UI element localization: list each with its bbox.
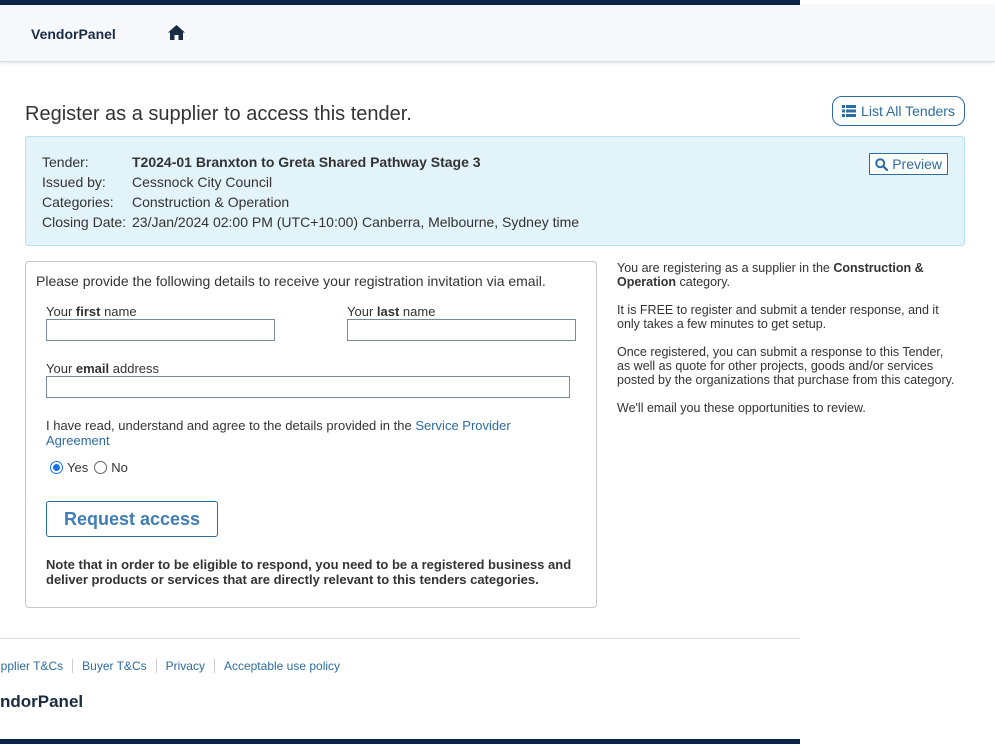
email-input[interactable] (46, 376, 570, 398)
preview-label: Preview (892, 156, 942, 172)
acceptable-use-policy-link[interactable]: Acceptable use policy (213, 659, 349, 673)
last-name-input[interactable] (347, 319, 576, 341)
info-paragraph-registered: Once registered, you can submit a respon… (617, 345, 955, 387)
no-radio[interactable] (94, 461, 108, 474)
email-label: Your email address (46, 361, 160, 376)
list-all-tenders-button[interactable]: List All Tenders (832, 96, 965, 126)
eligibility-note: Note that in order to be eligible to res… (46, 557, 572, 587)
list-all-tenders-label: List All Tenders (861, 103, 955, 119)
agreement-text: I have read, understand and agree to the… (46, 418, 511, 448)
last-name-label: Your last name (347, 304, 436, 319)
yes-radio-label[interactable]: Yes (67, 460, 88, 475)
request-access-button[interactable]: Request access (46, 501, 218, 537)
closing-date-value: 23/Jan/2024 02:00 PM (UTC+10:00) Canberr… (132, 214, 580, 230)
first-name-label: Your first name (46, 304, 137, 319)
info-paragraph-email: We'll email you these opportunities to r… (617, 401, 866, 415)
info-paragraph-free: It is FREE to register and submit a tend… (617, 303, 939, 331)
closing-date-label: Closing Date: (42, 214, 127, 230)
categories-value: Construction & Operation (132, 194, 290, 210)
agreement-radio-group: Yes No (50, 460, 134, 475)
categories-label: Categories: (42, 194, 114, 210)
navbar: VendorPanel (0, 5, 995, 62)
first-name-input[interactable] (46, 319, 275, 341)
page-title: Register as a supplier to access this te… (25, 103, 412, 125)
search-icon (875, 157, 889, 171)
brand-logo[interactable]: VendorPanel (31, 26, 116, 42)
footer-divider (0, 638, 800, 639)
tender-label: Tender: (42, 154, 89, 170)
registration-form: Please provide the following details to … (25, 261, 597, 608)
form-intro: Please provide the following details to … (36, 273, 546, 289)
yes-radio[interactable] (50, 461, 63, 474)
list-icon (842, 105, 857, 117)
bottom-accent-bar (0, 739, 800, 744)
tender-name: T2024-01 Branxton to Greta Shared Pathwa… (132, 154, 481, 170)
footer-links: upplier T&Cs Buyer T&Cs Privacy Acceptab… (0, 659, 349, 673)
registration-info: You are registering as a supplier in the… (617, 261, 957, 429)
issued-by-value: Cessnock City Council (132, 174, 273, 190)
supplier-tcs-link[interactable]: upplier T&Cs (0, 659, 72, 673)
issued-by-label: Issued by: (42, 174, 106, 190)
info-paragraph-category: You are registering as a supplier in the… (617, 261, 924, 289)
home-icon[interactable] (168, 25, 185, 40)
buyer-tcs-link[interactable]: Buyer T&Cs (72, 659, 155, 673)
privacy-link[interactable]: Privacy (155, 659, 214, 673)
no-radio-label[interactable]: No (111, 460, 128, 475)
tender-info-panel: Tender: T2024-01 Branxton to Greta Share… (25, 136, 965, 246)
footer-brand-logo: ndorPanel (0, 692, 84, 711)
preview-button[interactable]: Preview (869, 153, 948, 175)
